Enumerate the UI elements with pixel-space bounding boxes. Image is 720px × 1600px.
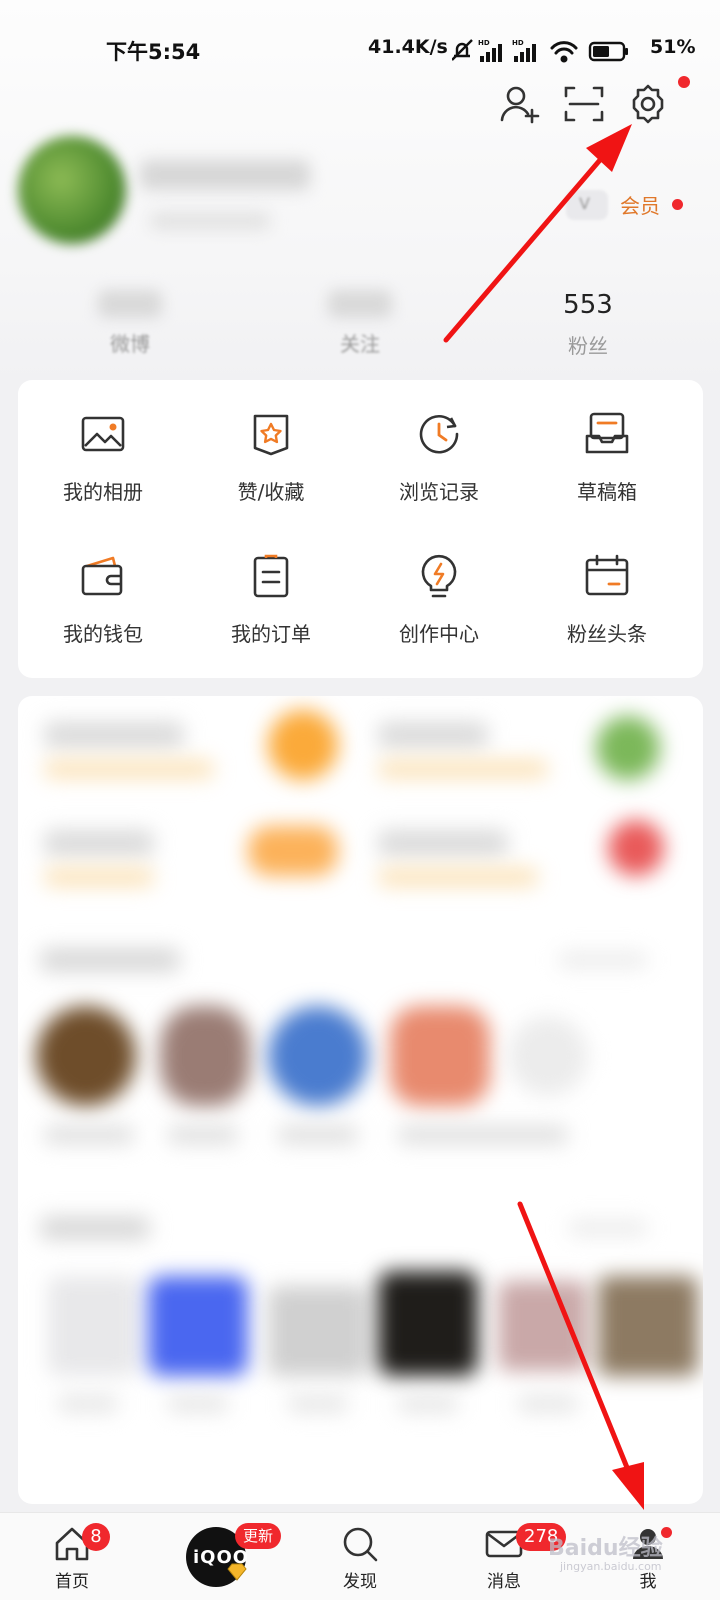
battery-icon	[588, 41, 628, 62]
home-badge: 8	[82, 1523, 110, 1551]
stat-followers[interactable]: 553 粉丝	[518, 290, 658, 359]
add-friend-button[interactable]	[498, 82, 542, 126]
stat-weibo-label: 微博	[110, 332, 150, 356]
settings-notification-dot	[678, 76, 690, 88]
settings-button[interactable]	[626, 82, 670, 126]
tab-discover[interactable]: 发现	[310, 1513, 410, 1600]
stat-followers-label: 粉丝	[568, 334, 608, 358]
wallet-icon	[81, 556, 123, 596]
menu-item-orders[interactable]: 我的订单	[186, 552, 356, 662]
diamond-icon	[227, 1563, 247, 1581]
mute-icon	[452, 39, 473, 61]
menu-item-label: 赞/收藏	[237, 480, 305, 504]
menu-item-label: 我的钱包	[63, 622, 143, 646]
network-speed: 41.4K/s	[368, 36, 448, 58]
menu-item-drafts[interactable]: 草稿箱	[522, 410, 692, 520]
stat-following[interactable]: 关注	[290, 290, 430, 357]
status-bar: 下午5:54 41.4K/s HD HD 51%	[0, 30, 720, 70]
signal-icon: HD	[478, 39, 502, 62]
signal-icon-2: HD	[512, 39, 536, 62]
menu-item-label: 草稿箱	[577, 480, 637, 504]
vip-notification-dot	[672, 199, 683, 210]
orders-icon	[253, 554, 289, 598]
stat-following-label: 关注	[340, 332, 380, 356]
wifi-icon	[550, 41, 578, 63]
history-icon	[419, 414, 459, 454]
scan-button[interactable]	[562, 82, 606, 126]
menu-item-creator-center[interactable]: 创作中心	[354, 552, 524, 662]
menu-item-favorites[interactable]: 赞/收藏	[186, 410, 356, 520]
tab-discover-label: 发现	[343, 1572, 377, 1592]
photo-album-icon	[81, 416, 125, 452]
user-subtitle-blurred	[150, 212, 270, 230]
tab-home[interactable]: 首页	[22, 1513, 122, 1600]
menu-item-label: 粉丝头条	[567, 622, 647, 646]
menu-card: 我的相册 赞/收藏 浏览记录 草稿箱 我的钱包 我的订单 创作中心 粉丝头条	[18, 380, 703, 678]
vip-badge-letter: V	[579, 194, 590, 213]
search-icon	[343, 1527, 378, 1562]
menu-item-label: 浏览记录	[399, 480, 479, 504]
add-friend-icon	[500, 86, 540, 124]
battery-percent: 51%	[650, 36, 696, 58]
svg-text:HD: HD	[512, 39, 524, 47]
status-icons: HD HD	[452, 39, 628, 63]
stat-weibo-value-blurred	[98, 290, 162, 318]
favorites-icon	[253, 414, 289, 456]
avatar[interactable]	[18, 136, 126, 244]
tab-messages-label: 消息	[487, 1572, 521, 1592]
watermark: Baidu经验	[548, 1536, 663, 1561]
menu-item-label: 我的相册	[63, 480, 143, 504]
scan-icon	[564, 86, 604, 122]
stat-followers-value: 553	[563, 290, 613, 320]
menu-item-wallet[interactable]: 我的钱包	[18, 552, 188, 662]
status-time: 下午5:54	[106, 40, 201, 64]
fan-headlines-icon	[585, 554, 629, 596]
menu-item-fan-headlines[interactable]: 粉丝头条	[522, 552, 692, 662]
menu-item-album[interactable]: 我的相册	[18, 410, 188, 520]
menu-item-history[interactable]: 浏览记录	[354, 410, 524, 520]
creator-center-icon	[421, 554, 457, 598]
watermark-url: jingyan.baidu.com	[560, 1560, 662, 1573]
drafts-icon	[585, 412, 629, 454]
vip-label[interactable]: 会员	[620, 190, 660, 219]
stat-weibo[interactable]: 微博	[60, 290, 200, 357]
iqoo-update-badge: 更新	[235, 1523, 282, 1549]
username-blurred[interactable]	[140, 160, 310, 190]
menu-item-label: 创作中心	[399, 622, 479, 646]
blurred-content-card	[18, 696, 703, 1504]
vip-badge[interactable]: V	[566, 190, 608, 220]
menu-item-label: 我的订单	[231, 622, 311, 646]
stat-following-value-blurred	[328, 290, 392, 318]
svg-text:HD: HD	[478, 39, 490, 47]
settings-icon	[632, 84, 664, 124]
tab-home-label: 首页	[55, 1572, 89, 1592]
